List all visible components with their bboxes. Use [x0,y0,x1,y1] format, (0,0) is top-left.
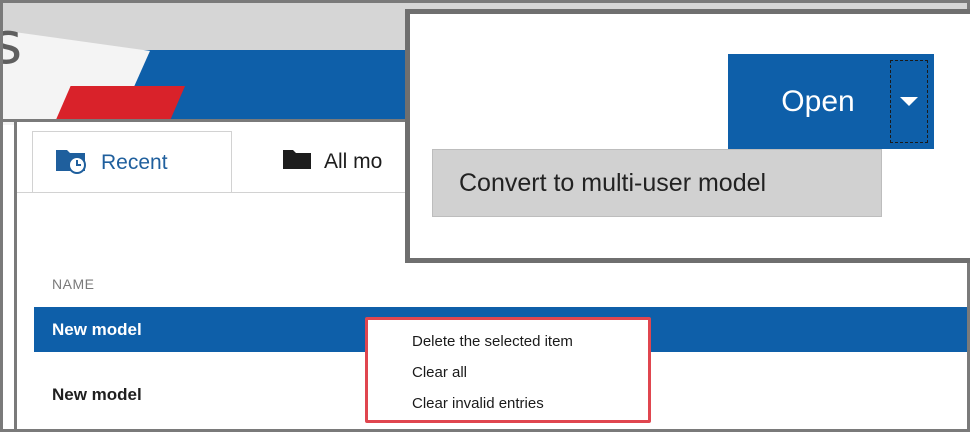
frame-divider [0,119,410,122]
folder-clock-icon [55,146,89,180]
header-partial-title: s [0,9,23,77]
menu-item-convert-multi-user[interactable]: Convert to multi-user model [432,149,882,217]
tab-all-models[interactable]: All mo [264,131,382,193]
open-split-button: Open [728,54,934,149]
folder-icon [282,148,312,176]
frame-divider [14,119,17,432]
caret-down-icon [900,97,918,106]
tab-all-models-label: All mo [324,150,383,173]
context-menu: Delete the selected item Clear all Clear… [365,317,651,423]
menu-item-delete-selected[interactable]: Delete the selected item [368,326,648,357]
tab-recent-label: Recent [101,150,168,174]
open-button[interactable]: Open [728,54,886,149]
row-name: New model [52,384,142,404]
open-dropdown-button[interactable] [886,54,934,149]
banner-red-stripe [55,86,185,122]
menu-item-clear-invalid[interactable]: Clear invalid entries [368,388,648,419]
row-name: New model [52,319,142,339]
tab-recent[interactable]: Recent [32,131,232,193]
menu-item-clear-all[interactable]: Clear all [368,357,648,388]
zoom-inset: Open Convert to multi-user model [405,9,970,263]
column-header-name: NAME [52,276,95,292]
